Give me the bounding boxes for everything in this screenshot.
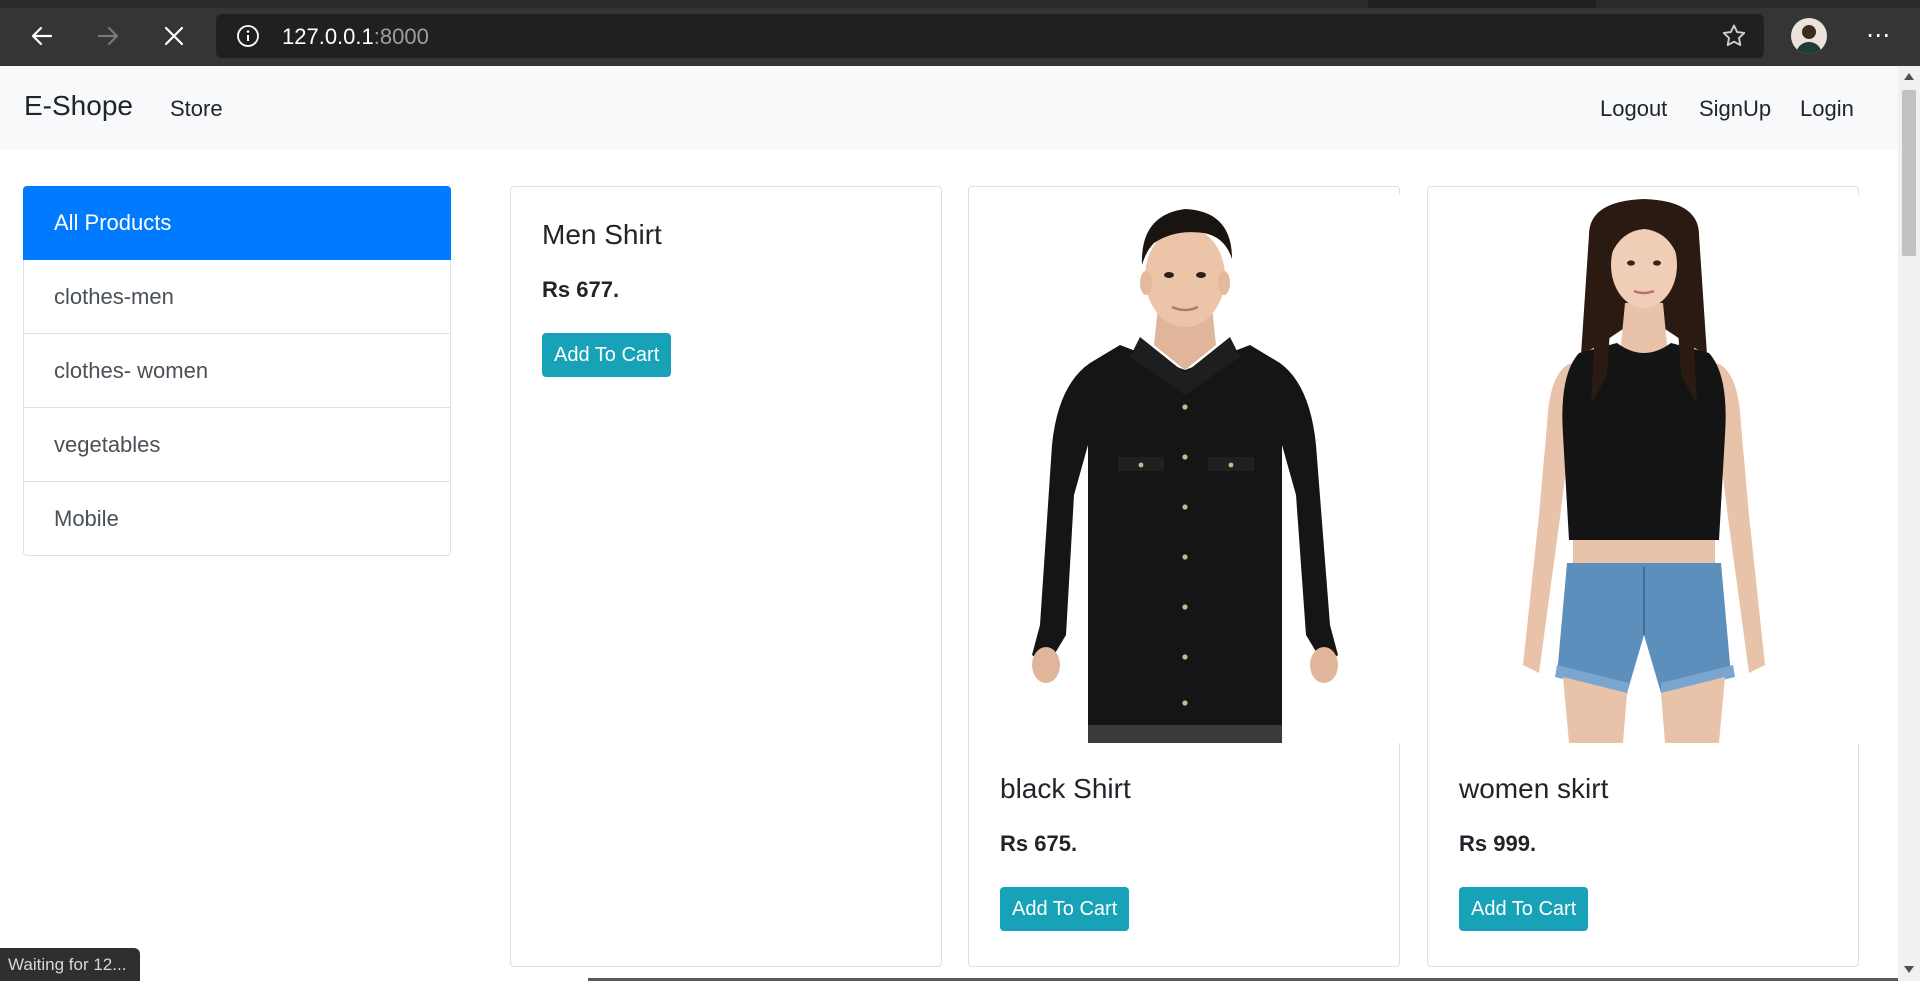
address-bar[interactable]: [216, 14, 1764, 58]
category-list: All Products clothes-men clothes- women …: [23, 186, 451, 556]
info-icon[interactable]: [236, 24, 260, 48]
nav-link-signup[interactable]: SignUp: [1699, 96, 1771, 122]
category-item-all-products[interactable]: All Products: [23, 186, 451, 260]
category-item-mobile[interactable]: Mobile: [23, 482, 451, 556]
browser-tab[interactable]: [1596, 0, 1920, 8]
product-image-black-shirt: [970, 195, 1400, 743]
navbar: E-Shope Store Logout SignUp Login: [0, 66, 1898, 150]
person-icon: [1796, 25, 1822, 54]
category-item-clothes-women[interactable]: clothes- women: [23, 334, 451, 408]
profile-avatar[interactable]: [1791, 18, 1827, 54]
close-icon: [164, 26, 184, 46]
product-title: women skirt: [1459, 773, 1609, 804]
scrollbar-thumb[interactable]: [1902, 90, 1916, 256]
browser-tab[interactable]: [0, 0, 1368, 8]
browser-toolbar: 127.0.0.1:8000 ⋯: [0, 0, 1920, 66]
product-image-women-skirt: [1429, 195, 1859, 743]
product-card: Men Shirt Rs 677. Add To Cart: [510, 186, 942, 967]
product-card: black Shirt Rs 675. Add To Cart: [968, 186, 1400, 967]
arrow-right-icon: [97, 26, 119, 46]
brand-logo[interactable]: E-Shope: [24, 90, 133, 122]
nav-link-login[interactable]: Login: [1800, 96, 1854, 122]
product-card: women skirt Rs 999. Add To Cart: [1427, 186, 1859, 967]
category-item-clothes-men[interactable]: clothes-men: [23, 260, 451, 334]
arrow-left-icon: [31, 26, 53, 46]
more-options-icon[interactable]: ⋯: [1862, 22, 1894, 50]
url-port: :8000: [373, 24, 429, 49]
product-title: black Shirt: [1000, 773, 1131, 804]
status-bar: Waiting for 12...: [0, 948, 141, 981]
page-content: E-Shope Store Logout SignUp Login All Pr…: [0, 66, 1898, 981]
stop-loading-button[interactable]: [156, 18, 192, 54]
star-icon[interactable]: [1720, 22, 1748, 50]
chevron-down-icon[interactable]: [1904, 966, 1914, 974]
back-button[interactable]: [24, 18, 60, 54]
forward-button[interactable]: [90, 18, 126, 54]
url-host: 127.0.0.1: [282, 24, 374, 49]
url-text[interactable]: 127.0.0.1:8000: [282, 24, 429, 50]
add-to-cart-button[interactable]: Add To Cart: [542, 333, 672, 377]
add-to-cart-button[interactable]: Add To Cart: [1000, 887, 1130, 931]
category-item-vegetables[interactable]: vegetables: [23, 408, 451, 482]
add-to-cart-button[interactable]: Add To Cart: [1459, 887, 1589, 931]
page-scrollbar[interactable]: [1898, 66, 1920, 981]
product-price: Rs 999.: [1459, 831, 1537, 856]
nav-link-store[interactable]: Store: [170, 96, 223, 122]
product-price: Rs 677.: [542, 277, 620, 302]
nav-link-logout[interactable]: Logout: [1600, 96, 1667, 122]
product-title: Men Shirt: [542, 219, 662, 250]
tab-strip: [0, 0, 1920, 8]
product-price: Rs 675.: [1000, 831, 1078, 856]
chevron-up-icon[interactable]: [1904, 72, 1914, 80]
